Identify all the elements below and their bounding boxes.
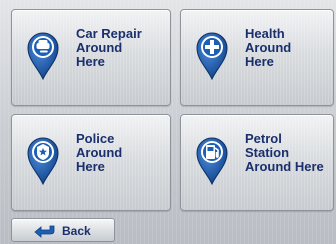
health-label: Health Around Here — [245, 26, 292, 69]
police-label: Police Around Here — [76, 131, 123, 174]
back-arrow-icon — [34, 225, 55, 238]
car-repair-icon — [27, 32, 59, 80]
police-badge-icon — [27, 137, 59, 185]
back-button[interactable]: Back — [11, 218, 115, 242]
petrol-station-tile[interactable]: Petrol Station Around Here — [180, 114, 334, 211]
poi-category-screen: Car Repair Around Here Health Around Her… — [0, 0, 336, 244]
car-repair-tile[interactable]: Car Repair Around Here — [11, 9, 171, 106]
back-label: Back — [62, 224, 91, 238]
car-repair-label: Car Repair Around Here — [76, 26, 142, 69]
petrol-station-label: Petrol Station Around Here — [245, 131, 324, 174]
police-tile[interactable]: Police Around Here — [11, 114, 171, 211]
fuel-pump-icon — [196, 137, 228, 185]
health-cross-icon — [196, 32, 228, 80]
health-tile[interactable]: Health Around Here — [180, 9, 334, 106]
